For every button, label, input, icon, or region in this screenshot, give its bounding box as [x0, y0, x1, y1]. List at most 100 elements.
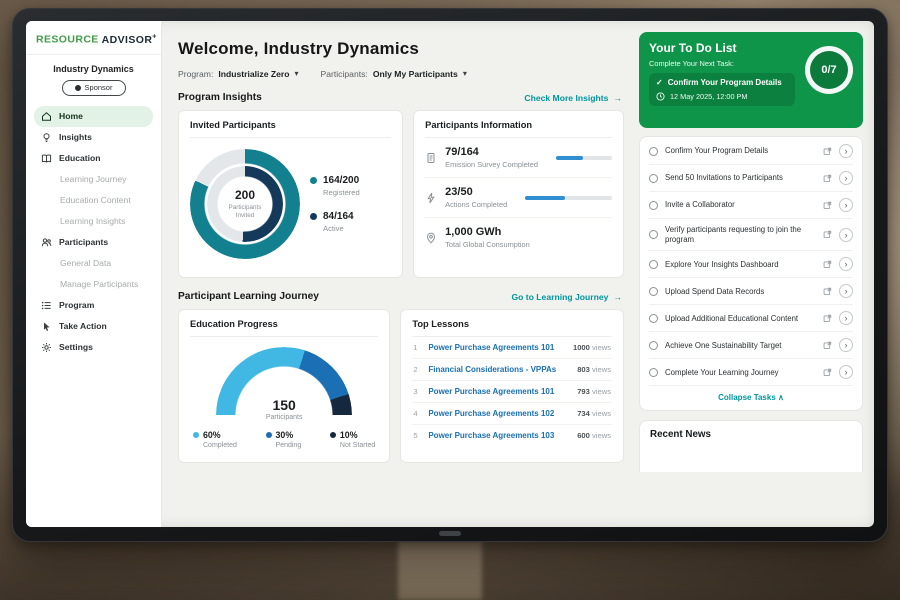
filters-row: Program: Industrialize Zero ▾ Participan…	[178, 69, 624, 79]
link-label: Check More Insights	[524, 93, 608, 103]
sidebar-item-settings[interactable]: Settings	[34, 337, 153, 358]
lesson-link[interactable]: Power Purchase Agreements 101	[428, 343, 566, 352]
task-checkbox[interactable]	[649, 174, 658, 183]
participants-filter[interactable]: Participants: Only My Participants ▾	[321, 69, 467, 79]
task-row[interactable]: Achieve One Sustainability Target ›	[649, 332, 853, 359]
sidebar-item-home[interactable]: Home	[34, 106, 153, 127]
external-link-icon	[823, 230, 832, 239]
task-row[interactable]: Verify participants requesting to join t…	[649, 219, 853, 251]
bolt-icon	[425, 192, 437, 204]
recent-news-title: Recent News	[650, 429, 852, 440]
chevron-right-icon[interactable]: ›	[839, 198, 853, 212]
task-checkbox[interactable]	[649, 147, 658, 156]
task-checkbox[interactable]	[649, 287, 658, 296]
sidebar-item-learning-journey[interactable]: Learning Journey	[34, 169, 153, 190]
legend-value: 84/164	[323, 211, 354, 222]
task-row[interactable]: Upload Spend Data Records ›	[649, 278, 853, 305]
lesson-views: 1000 views	[573, 343, 611, 352]
sponsor-badge[interactable]: Sponsor	[62, 80, 126, 96]
sidebar-item-general-data[interactable]: General Data	[34, 253, 153, 274]
task-row[interactable]: Explore Your Insights Dashboard ›	[649, 251, 853, 278]
app-logo: RESOURCE ADVISOR+	[26, 29, 161, 55]
sidebar-item-education[interactable]: Education	[34, 148, 153, 169]
main-content: Welcome, Industry Dynamics Program: Indu…	[162, 21, 634, 527]
program-filter-value: Industrialize Zero	[218, 69, 289, 79]
task-row[interactable]: Confirm Your Program Details ›	[649, 138, 853, 165]
task-row[interactable]: Invite a Collaborator ›	[649, 192, 853, 219]
stat-actions-completed: 23/50 Actions Completed	[425, 177, 612, 217]
legend-label: Pending	[276, 442, 302, 449]
lesson-link[interactable]: Power Purchase Agreements 103	[428, 431, 570, 440]
task-checkbox[interactable]	[649, 230, 658, 239]
task-checkbox[interactable]	[649, 201, 658, 210]
external-link-icon	[823, 314, 832, 323]
stat-label: Actions Completed	[445, 200, 507, 209]
sidebar-item-participants[interactable]: Participants	[34, 232, 153, 253]
sidebar-item-insights[interactable]: Insights	[34, 127, 153, 148]
sidebar-item-program[interactable]: Program	[34, 295, 153, 316]
collapse-tasks-link[interactable]: Collapse Tasks ∧	[649, 386, 853, 409]
chevron-right-icon[interactable]: ›	[839, 257, 853, 271]
task-checkbox[interactable]	[649, 368, 658, 377]
next-task-chip[interactable]: ✓ Confirm Your Program Details 12 May 20…	[649, 73, 795, 106]
task-row[interactable]: Complete Your Learning Journey ›	[649, 359, 853, 386]
list-icon	[41, 300, 52, 311]
external-link-icon	[823, 287, 832, 296]
task-label: Achieve One Sustainability Target	[665, 341, 816, 351]
sidebar-item-label: Settings	[59, 342, 93, 352]
gauge-legend: 60% Completed 30% Pending	[190, 430, 378, 449]
task-row[interactable]: Upload Additional Educational Content ›	[649, 305, 853, 332]
go-to-learning-journey-link[interactable]: Go to Learning Journey →	[511, 292, 622, 302]
lesson-row[interactable]: 4 Power Purchase Agreements 102 734 view…	[412, 403, 612, 425]
legend-item-registered: 164/200 Registered	[310, 175, 360, 197]
check-more-insights-link[interactable]: Check More Insights →	[524, 93, 622, 103]
program-filter[interactable]: Program: Industrialize Zero ▾	[178, 69, 299, 79]
lesson-link[interactable]: Financial Considerations - VPPAs	[428, 365, 570, 374]
lesson-row[interactable]: 2 Financial Considerations - VPPAs 803 v…	[412, 359, 612, 381]
chevron-right-icon[interactable]: ›	[839, 171, 853, 185]
lesson-link[interactable]: Power Purchase Agreements 102	[428, 409, 570, 418]
lesson-link[interactable]: Power Purchase Agreements 101	[428, 387, 570, 396]
chevron-right-icon[interactable]: ›	[839, 228, 853, 242]
sidebar-item-take-action[interactable]: Take Action	[34, 316, 153, 337]
participants-information-card: Participants Information 79/164 Emission…	[413, 110, 624, 278]
sidebar-item-manage-participants[interactable]: Manage Participants	[34, 274, 153, 295]
chevron-right-icon[interactable]: ›	[839, 311, 853, 325]
lesson-row[interactable]: 1 Power Purchase Agreements 101 1000 vie…	[412, 337, 612, 359]
task-checkbox[interactable]	[649, 341, 658, 350]
task-checkbox[interactable]	[649, 314, 658, 323]
lesson-views: 793 views	[577, 387, 611, 396]
todo-progress-value: 0/7	[821, 64, 836, 76]
stat-emission-survey: 79/164 Emission Survey Completed	[425, 138, 612, 177]
progress-fill	[556, 156, 583, 160]
top-lessons-card: Top Lessons 1 Power Purchase Agreements …	[400, 309, 624, 463]
lesson-row[interactable]: 3 Power Purchase Agreements 101 793 view…	[412, 381, 612, 403]
monitor-frame: RESOURCE ADVISOR+ Industry Dynamics Spon…	[12, 8, 888, 542]
task-label: Invite a Collaborator	[665, 200, 816, 210]
chevron-up-icon: ∧	[778, 393, 784, 402]
lesson-row[interactable]: 5 Power Purchase Agreements 103 600 view…	[412, 425, 612, 446]
sidebar-nav: Home Insights Education Learning Journey…	[26, 104, 161, 360]
legend-item-pending: 30% Pending	[266, 430, 302, 449]
task-label: Upload Spend Data Records	[665, 287, 816, 297]
chevron-right-icon[interactable]: ›	[839, 284, 853, 298]
lesson-views: 734 views	[577, 409, 611, 418]
chevron-right-icon[interactable]: ›	[839, 365, 853, 379]
sidebar: RESOURCE ADVISOR+ Industry Dynamics Spon…	[26, 21, 162, 527]
survey-icon	[425, 152, 437, 164]
sidebar-item-education-content[interactable]: Education Content	[34, 190, 153, 211]
lesson-rank: 5	[413, 431, 421, 440]
chevron-right-icon[interactable]: ›	[839, 338, 853, 352]
sidebar-item-learning-insights[interactable]: Learning Insights	[34, 211, 153, 232]
task-row[interactable]: Send 50 Invitations to Participants ›	[649, 165, 853, 192]
home-icon	[41, 111, 52, 122]
legend-dot	[266, 432, 272, 438]
chevron-right-icon[interactable]: ›	[839, 144, 853, 158]
sidebar-item-label: Participants	[59, 237, 108, 247]
stat-global-consumption: 1,000 GWh Total Global Consumption	[425, 217, 612, 257]
task-label: Send 50 Invitations to Participants	[665, 173, 816, 183]
gauge-center: 150 Participants	[216, 397, 352, 421]
task-checkbox[interactable]	[649, 260, 658, 269]
external-link-icon	[823, 368, 832, 377]
arrow-right-icon: →	[613, 93, 622, 103]
